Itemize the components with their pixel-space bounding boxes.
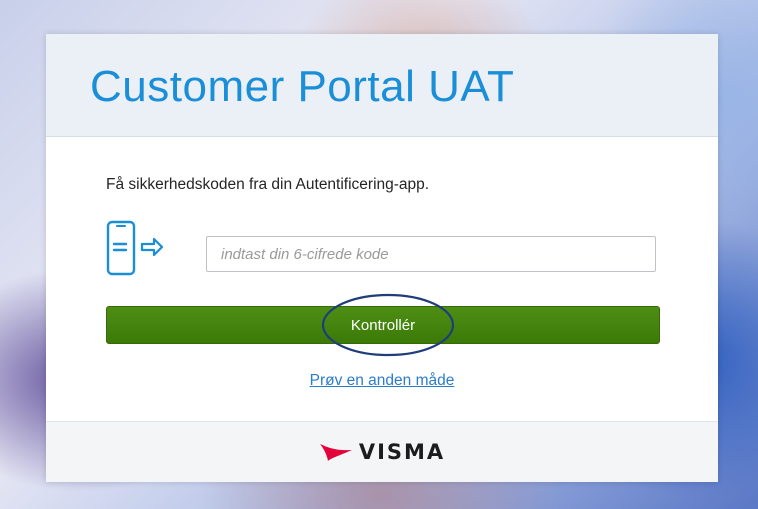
visma-swoosh-icon xyxy=(319,444,352,461)
login-card: Customer Portal UAT Få sikkerhedskoden f… xyxy=(46,34,718,482)
card-footer: VISMA xyxy=(46,421,718,482)
instruction-text: Få sikkerhedskoden fra din Autentificeri… xyxy=(106,176,430,193)
try-another-way-link[interactable]: Prøv en anden måde xyxy=(46,372,718,390)
phone-arrow-icon xyxy=(106,220,164,276)
page-title: Customer Portal UAT xyxy=(90,62,515,111)
visma-logo: VISMA xyxy=(319,440,445,464)
card-header: Customer Portal UAT xyxy=(46,34,718,137)
security-code-input[interactable] xyxy=(206,236,656,272)
verify-button[interactable]: Kontrollér xyxy=(106,306,660,344)
visma-logo-text: VISMA xyxy=(358,440,446,464)
